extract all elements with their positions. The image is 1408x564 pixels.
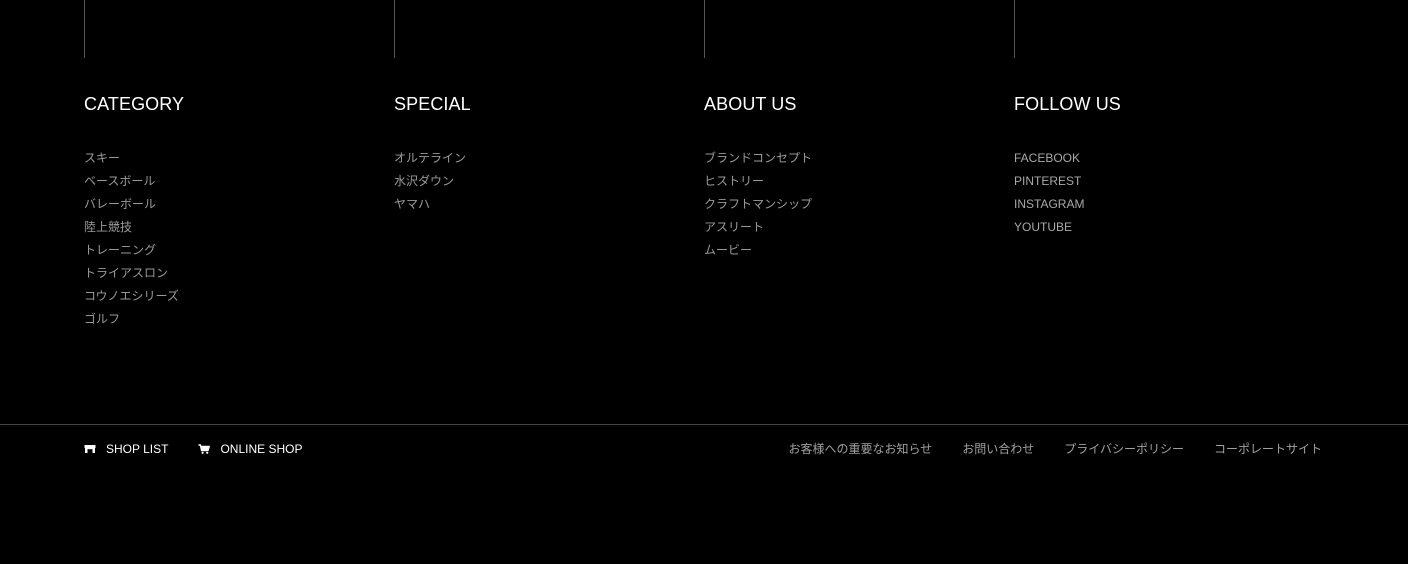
category-heading: CATEGORY [84,94,185,114]
cart-icon [198,443,211,455]
category-item-training[interactable]: トレーニング [84,239,184,262]
about-list: ブランドコンセプト ヒストリー クラフトマンシップ アスリート ムービー [704,147,812,262]
category-list: スキー ベースボール バレーボール 陸上競技 トレーニング トライアスロン コウ… [84,147,184,331]
about-item-craftsmanship[interactable]: クラフトマンシップ [704,193,812,216]
site-footer: CATEGORY スキー ベースボール バレーボール 陸上競技 トレーニング ト… [0,0,1408,564]
about-item-brand-concept[interactable]: ブランドコンセプト [704,147,812,170]
category-column: CATEGORY スキー ベースボール バレーボール 陸上競技 トレーニング ト… [84,92,184,331]
shop-links: SHOP LIST ONLINE SHOP [84,440,333,458]
special-list: オルテライン 水沢ダウン ヤマハ [394,147,471,216]
contact-link[interactable]: お問い合わせ [962,440,1034,458]
follow-heading: FOLLOW US [1014,94,1121,114]
follow-item-pinterest[interactable]: PINTEREST [1014,170,1121,193]
store-icon [84,443,96,455]
category-item-kounoe-series[interactable]: コウノエシリーズ [84,285,184,308]
about-item-athlete[interactable]: アスリート [704,216,812,239]
privacy-policy-link[interactable]: プライバシーポリシー [1064,440,1184,458]
category-item-ski[interactable]: スキー [84,147,184,170]
column-separator [1014,0,1015,58]
special-item-allterrain[interactable]: オルテライン [394,147,471,170]
follow-item-instagram[interactable]: INSTAGRAM [1014,193,1121,216]
column-separator [704,0,705,58]
footer-divider [0,424,1408,425]
category-item-triathlon[interactable]: トライアスロン [84,262,184,285]
column-separator [394,0,395,58]
legal-links: お客様への重要なお知らせ お問い合わせ プライバシーポリシー コーポレートサイト [788,440,1322,458]
shop-list-link[interactable]: SHOP LIST [84,440,168,458]
online-shop-label: ONLINE SHOP [220,442,303,456]
about-item-movie[interactable]: ムービー [704,239,812,262]
important-notice-link[interactable]: お客様への重要なお知らせ [788,440,932,458]
about-column: ABOUT US ブランドコンセプト ヒストリー クラフトマンシップ アスリート… [704,92,812,262]
special-heading: SPECIAL [394,94,471,114]
category-item-athletics[interactable]: 陸上競技 [84,216,184,239]
special-item-mizusawa-down[interactable]: 水沢ダウン [394,170,471,193]
follow-item-youtube[interactable]: YOUTUBE [1014,216,1121,239]
category-item-golf[interactable]: ゴルフ [84,308,184,331]
follow-list: FACEBOOK PINTEREST INSTAGRAM YOUTUBE [1014,147,1121,239]
online-shop-link[interactable]: ONLINE SHOP [198,440,303,458]
column-separator [84,0,85,58]
corporate-site-link[interactable]: コーポレートサイト [1214,440,1322,458]
special-column: SPECIAL オルテライン 水沢ダウン ヤマハ [394,92,471,216]
category-item-volleyball[interactable]: バレーボール [84,193,184,216]
category-item-baseball[interactable]: ベースボール [84,170,184,193]
shop-list-label: SHOP LIST [106,442,169,456]
about-heading: ABOUT US [704,94,797,114]
follow-column: FOLLOW US FACEBOOK PINTEREST INSTAGRAM Y… [1014,92,1121,239]
special-item-yamaha[interactable]: ヤマハ [394,193,471,216]
follow-item-facebook[interactable]: FACEBOOK [1014,147,1121,170]
about-item-history[interactable]: ヒストリー [704,170,812,193]
